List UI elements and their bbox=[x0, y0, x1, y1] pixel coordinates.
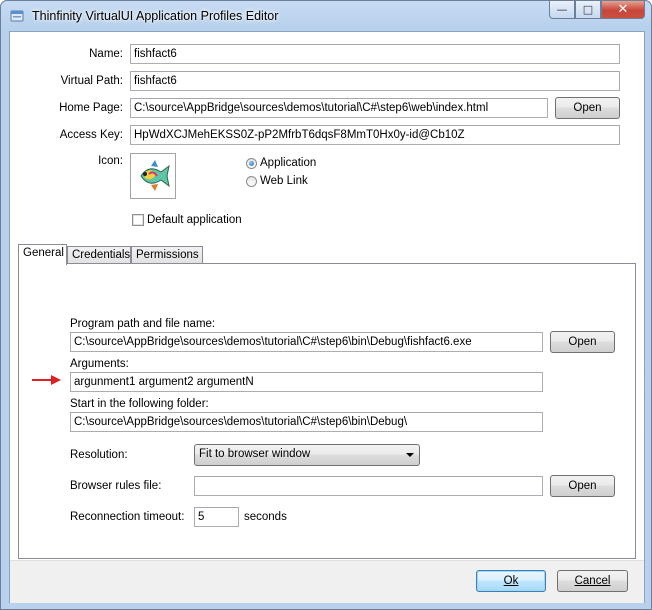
application-profiles-editor-window: Thinfinity VirtualUI Application Profile… bbox=[0, 0, 652, 610]
home-page-open-button[interactable]: Open bbox=[555, 97, 620, 119]
ok-button-label: Ok bbox=[503, 575, 519, 587]
tab-credentials[interactable]: Credentials bbox=[67, 246, 131, 264]
resolution-dropdown[interactable]: Fit to browser window bbox=[194, 444, 420, 466]
caption-buttons: — □ ✕ bbox=[549, 1, 645, 21]
home-page-label: Home Page: bbox=[59, 102, 123, 114]
application-radio[interactable] bbox=[246, 158, 257, 169]
minimize-button[interactable]: — bbox=[549, 1, 575, 19]
home-page-field[interactable]: C:\source\AppBridge\sources\demos\tutori… bbox=[130, 98, 548, 118]
access-key-field[interactable]: HpWdXCJMehEKSS0Z-pP2MfrbT6dqsF8MmT0Hx0y-… bbox=[130, 125, 620, 145]
resolution-label: Resolution: bbox=[70, 449, 128, 461]
arguments-label: Arguments: bbox=[70, 358, 129, 370]
resolution-selected-value: Fit to browser window bbox=[199, 448, 311, 460]
web-link-radio[interactable] bbox=[246, 176, 257, 187]
app-window-icon bbox=[9, 8, 25, 24]
start-folder-field[interactable]: C:\source\AppBridge\sources\demos\tutori… bbox=[70, 412, 543, 432]
name-field[interactable]: fishfact6 bbox=[130, 44, 620, 64]
browser-rules-label: Browser rules file: bbox=[70, 480, 162, 492]
name-label: Name: bbox=[89, 48, 123, 60]
general-tab-panel: Program path and file name: C:\source\Ap… bbox=[18, 263, 636, 559]
chevron-down-icon bbox=[406, 453, 414, 457]
web-link-radio-label[interactable]: Web Link bbox=[260, 175, 308, 187]
reconnection-timeout-label: Reconnection timeout: bbox=[70, 511, 185, 523]
application-radio-label[interactable]: Application bbox=[260, 157, 316, 169]
default-application-checkbox[interactable] bbox=[132, 214, 144, 226]
reconnection-timeout-field[interactable]: 5 bbox=[194, 507, 239, 527]
virtual-path-field[interactable]: fishfact6 bbox=[130, 71, 620, 91]
program-path-label: Program path and file name: bbox=[70, 318, 216, 330]
reconnection-timeout-unit: seconds bbox=[244, 511, 287, 523]
dialog-client-area: Name: fishfact6 Virtual Path: fishfact6 … bbox=[9, 31, 645, 603]
tab-permissions[interactable]: Permissions bbox=[131, 246, 203, 264]
cancel-button[interactable]: Cancel bbox=[557, 570, 628, 592]
ok-button[interactable]: Ok bbox=[476, 570, 546, 592]
default-application-label[interactable]: Default application bbox=[147, 214, 242, 226]
start-folder-label: Start in the following folder: bbox=[70, 398, 209, 410]
browser-rules-open-button[interactable]: Open bbox=[550, 475, 615, 497]
tab-general[interactable]: General bbox=[18, 244, 67, 265]
maximize-button[interactable]: □ bbox=[575, 1, 601, 19]
icon-label: Icon: bbox=[98, 155, 123, 167]
cancel-button-label: Cancel bbox=[574, 575, 611, 587]
access-key-label: Access Key: bbox=[59, 129, 123, 141]
fish-icon bbox=[140, 160, 170, 191]
program-path-field[interactable]: C:\source\AppBridge\sources\demos\tutori… bbox=[70, 332, 543, 352]
window-title: Thinfinity VirtualUI Application Profile… bbox=[32, 9, 279, 23]
icon-picker[interactable] bbox=[130, 153, 176, 199]
title-bar[interactable]: Thinfinity VirtualUI Application Profile… bbox=[1, 1, 651, 31]
browser-rules-field[interactable] bbox=[194, 476, 543, 496]
arguments-field[interactable]: argunment1 argument2 argumentN bbox=[70, 372, 543, 392]
program-path-open-button[interactable]: Open bbox=[550, 331, 615, 353]
close-button[interactable]: ✕ bbox=[601, 1, 645, 19]
dialog-button-bar: Ok Cancel bbox=[10, 560, 644, 603]
virtual-path-label: Virtual Path: bbox=[60, 75, 123, 87]
red-arrow-icon bbox=[32, 375, 61, 385]
